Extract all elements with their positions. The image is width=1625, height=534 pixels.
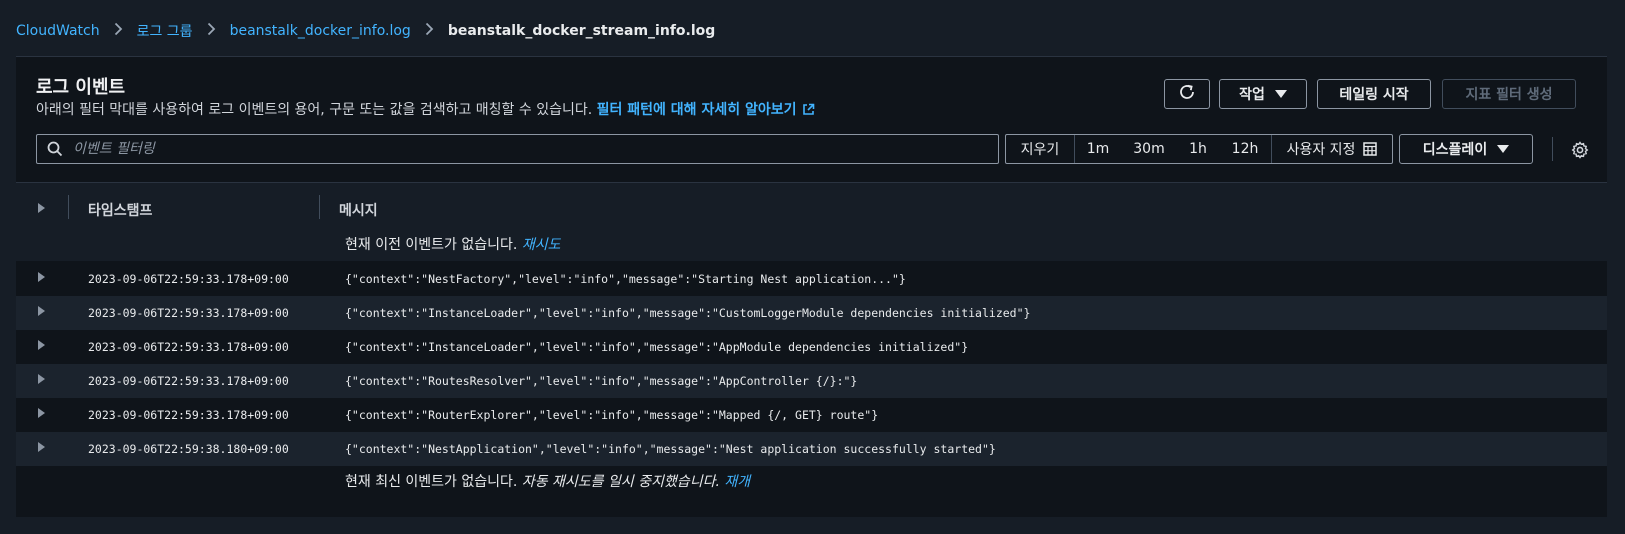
search-icon: [47, 141, 63, 157]
retry-link[interactable]: 재시도: [522, 237, 561, 253]
refresh-button[interactable]: [1164, 79, 1210, 109]
table-row[interactable]: 2023-09-06T22:59:33.178+09:00 {"context"…: [16, 262, 1607, 296]
caret-down-icon: [1274, 90, 1287, 98]
no-older-events-text: 현재 이전 이벤트가 없습니다. 재시도: [345, 234, 560, 254]
event-filter-input[interactable]: [71, 140, 975, 158]
calendar-icon: [1363, 142, 1378, 156]
breadcrumb-cloudwatch[interactable]: CloudWatch: [16, 23, 100, 39]
table-row[interactable]: 2023-09-06T22:59:38.180+09:00 {"context"…: [16, 432, 1607, 466]
range-custom[interactable]: 사용자 지정: [1272, 135, 1392, 163]
chevron-right-icon: [207, 22, 216, 40]
row-timestamp: 2023-09-06T22:59:33.178+09:00: [88, 306, 289, 320]
newer-text: 현재 최신 이벤트가 없습니다.: [345, 474, 518, 490]
display-label: 디스플레이: [1422, 142, 1488, 158]
row-timestamp: 2023-09-06T22:59:33.178+09:00: [88, 374, 289, 388]
expand-triangle-icon[interactable]: [38, 272, 45, 282]
expand-triangle-icon[interactable]: [38, 442, 45, 452]
no-newer-events-text: 현재 최신 이벤트가 없습니다. 자동 재시도를 일시 중지했습니다. 재개: [345, 471, 750, 491]
refresh-icon: [1178, 83, 1196, 105]
gear-icon[interactable]: [1571, 141, 1589, 163]
event-filter-search[interactable]: [36, 134, 999, 164]
column-divider: [319, 195, 320, 219]
column-header-message[interactable]: 메시지: [339, 200, 378, 220]
row-message: {"context":"RouterExplorer","level":"inf…: [345, 408, 879, 422]
description-text: 아래의 필터 막대를 사용하여 로그 이벤트의 용어, 구문 또는 값을 검색하…: [36, 102, 593, 118]
expand-triangle-icon[interactable]: [38, 340, 45, 350]
chevron-right-icon: [114, 22, 123, 40]
breadcrumb-log-group[interactable]: beanstalk_docker_info.log: [230, 23, 411, 39]
breadcrumb: CloudWatch 로그 그룹 beanstalk_docker_info.l…: [16, 20, 715, 42]
caret-down-icon: [1497, 145, 1510, 153]
breadcrumb-current-stream: beanstalk_docker_stream_info.log: [447, 23, 716, 39]
no-newer-events-row: 현재 최신 이벤트가 없습니다. 자동 재시도를 일시 중지했습니다. 재개: [16, 464, 1607, 498]
row-message: {"context":"NestApplication","level":"in…: [345, 442, 996, 456]
expand-triangle-icon[interactable]: [38, 374, 45, 384]
toolbar-divider: [1552, 137, 1553, 161]
row-timestamp: 2023-09-06T22:59:33.178+09:00: [88, 340, 289, 354]
range-30m[interactable]: 30m: [1121, 135, 1177, 163]
row-message: {"context":"RoutesResolver","level":"inf…: [345, 374, 858, 388]
table-row[interactable]: 2023-09-06T22:59:33.178+09:00 {"context"…: [16, 364, 1607, 398]
range-12h[interactable]: 12h: [1219, 135, 1272, 163]
breadcrumb-log-groups[interactable]: 로그 그룹: [137, 21, 193, 41]
expand-all-triangle-icon[interactable]: [38, 203, 45, 213]
expand-triangle-icon[interactable]: [38, 306, 45, 316]
create-metric-filter-button[interactable]: 지표 필터 생성: [1442, 79, 1576, 109]
table-row[interactable]: 2023-09-06T22:59:33.178+09:00 {"context"…: [16, 398, 1607, 432]
help-link-label: 필터 패턴에 대해 자세히 알아보기: [596, 102, 797, 118]
actions-label: 작업: [1239, 87, 1265, 103]
row-timestamp: 2023-09-06T22:59:38.180+09:00: [88, 442, 289, 456]
page-title: 로그 이벤트: [36, 77, 126, 98]
range-1m[interactable]: 1m: [1075, 135, 1121, 163]
expand-triangle-icon[interactable]: [38, 408, 45, 418]
range-1h[interactable]: 1h: [1177, 135, 1219, 163]
older-text: 현재 이전 이벤트가 없습니다.: [345, 237, 518, 253]
custom-range-label: 사용자 지정: [1286, 142, 1356, 158]
resume-link[interactable]: 재개: [724, 474, 750, 490]
row-timestamp: 2023-09-06T22:59:33.178+09:00: [88, 272, 289, 286]
external-link-icon: [802, 103, 815, 120]
table-row[interactable]: 2023-09-06T22:59:33.178+09:00 {"context"…: [16, 330, 1607, 364]
row-message: {"context":"InstanceLoader","level":"inf…: [345, 306, 1031, 320]
display-button[interactable]: 디스플레이: [1399, 134, 1533, 164]
column-divider: [68, 195, 69, 219]
column-header-timestamp[interactable]: 타임스탬프: [88, 200, 152, 220]
row-timestamp: 2023-09-06T22:59:33.178+09:00: [88, 408, 289, 422]
clear-range-button[interactable]: 지우기: [1006, 135, 1075, 163]
log-events-panel: 로그 이벤트 아래의 필터 막대를 사용하여 로그 이벤트의 용어, 구문 또는…: [16, 56, 1607, 517]
page-description: 아래의 필터 막대를 사용하여 로그 이벤트의 용어, 구문 또는 값을 검색하…: [36, 99, 815, 120]
chevron-right-icon: [425, 22, 434, 40]
row-message: {"context":"NestFactory","level":"info",…: [345, 272, 906, 286]
row-message: {"context":"InstanceLoader","level":"inf…: [345, 340, 969, 354]
filter-pattern-help-link[interactable]: 필터 패턴에 대해 자세히 알아보기: [597, 102, 816, 118]
start-tailing-button[interactable]: 테일링 시작: [1317, 79, 1431, 109]
table-row[interactable]: 2023-09-06T22:59:33.178+09:00 {"context"…: [16, 296, 1607, 330]
time-range-selector: 지우기 1m 30m 1h 12h 사용자 지정: [1005, 134, 1393, 164]
no-older-events-row: 현재 이전 이벤트가 없습니다. 재시도: [16, 227, 1607, 261]
actions-button[interactable]: 작업: [1219, 79, 1307, 109]
paused-text: 자동 재시도를 일시 중지했습니다.: [521, 474, 720, 490]
table-header: 타임스탬프 메시지: [16, 183, 1607, 233]
